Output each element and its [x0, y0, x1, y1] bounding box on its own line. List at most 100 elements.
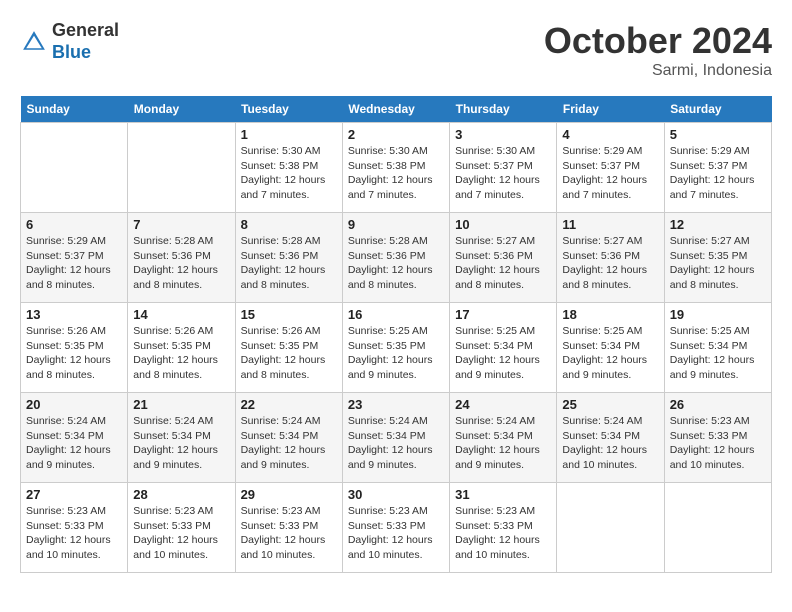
day-info: Sunrise: 5:24 AMSunset: 5:34 PMDaylight:…: [562, 414, 658, 473]
day-number: 24: [455, 397, 551, 412]
calendar-day-cell: [664, 483, 771, 573]
calendar-day-cell: 11Sunrise: 5:27 AMSunset: 5:36 PMDayligh…: [557, 213, 664, 303]
calendar-day-cell: 23 Sunrise: 5:24 AMSunset: 5:34 PMDayligh…: [342, 393, 449, 483]
calendar-day-cell: 27 Sunrise: 5:23 AMSunset: 5:33 PMDayligh…: [21, 483, 128, 573]
calendar-day-cell: 6Sunrise: 5:29 AMSunset: 5:37 PMDaylight…: [21, 213, 128, 303]
weekday-header: Monday: [128, 96, 235, 123]
day-info: Sunrise: 5:25 AMSunset: 5:34 PMDaylight:…: [670, 324, 766, 383]
day-info: Sunrise: 5:23 AMSunset: 5:33 PMDaylight:…: [241, 504, 337, 563]
calendar-day-cell: 26Sunrise: 5:23 AMSunset: 5:33 PMDayligh…: [664, 393, 771, 483]
day-info: Sunrise: 5:23 AMSunset: 5:33 PMDaylight:…: [455, 504, 551, 563]
day-number: 12: [670, 217, 766, 232]
calendar-day-cell: [128, 123, 235, 213]
day-info: Sunrise: 5:29 AMSunset: 5:37 PMDaylight:…: [670, 144, 766, 203]
calendar-day-cell: 22 Sunrise: 5:24 AMSunset: 5:34 PMDayligh…: [235, 393, 342, 483]
day-info: Sunrise: 5:30 AMSunset: 5:38 PMDaylight:…: [241, 144, 337, 203]
day-number: 31: [455, 487, 551, 502]
logo-blue-text: Blue: [52, 42, 91, 62]
day-info: Sunrise: 5:23 AMSunset: 5:33 PMDaylight:…: [348, 504, 444, 563]
day-info: Sunrise: 5:26 AMSunset: 5:35 PMDaylight:…: [133, 324, 229, 383]
logo: General Blue: [20, 20, 119, 63]
weekday-header: Saturday: [664, 96, 771, 123]
day-info: Sunrise: 5:28 AMSunset: 5:36 PMDaylight:…: [348, 234, 444, 293]
weekday-header: Sunday: [21, 96, 128, 123]
day-info: Sunrise: 5:23 AMSunset: 5:33 PMDaylight:…: [133, 504, 229, 563]
day-number: 8: [241, 217, 337, 232]
calendar-day-cell: [21, 123, 128, 213]
day-number: 4: [562, 127, 658, 142]
day-number: 11: [562, 217, 658, 232]
calendar-table: SundayMondayTuesdayWednesdayThursdayFrid…: [20, 96, 772, 573]
calendar-day-cell: 30 Sunrise: 5:23 AMSunset: 5:33 PMDayligh…: [342, 483, 449, 573]
day-info: Sunrise: 5:28 AMSunset: 5:36 PMDaylight:…: [133, 234, 229, 293]
day-info: Sunrise: 5:24 AMSunset: 5:34 PMDaylight:…: [455, 414, 551, 473]
calendar-week-row: 13 Sunrise: 5:26 AMSunset: 5:35 PMDayligh…: [21, 303, 772, 393]
day-info: Sunrise: 5:27 AMSunset: 5:35 PMDaylight:…: [670, 234, 766, 293]
weekday-header: Wednesday: [342, 96, 449, 123]
location-subtitle: Sarmi, Indonesia: [544, 62, 772, 80]
day-number: 25: [562, 397, 658, 412]
day-number: 23: [348, 397, 444, 412]
calendar-day-cell: 29 Sunrise: 5:23 AMSunset: 5:33 PMDayligh…: [235, 483, 342, 573]
weekday-header-row: SundayMondayTuesdayWednesdayThursdayFrid…: [21, 96, 772, 123]
day-info: Sunrise: 5:24 AMSunset: 5:34 PMDaylight:…: [241, 414, 337, 473]
calendar-week-row: 6Sunrise: 5:29 AMSunset: 5:37 PMDaylight…: [21, 213, 772, 303]
day-info: Sunrise: 5:24 AMSunset: 5:34 PMDaylight:…: [348, 414, 444, 473]
day-number: 7: [133, 217, 229, 232]
month-year-title: October 2024: [544, 20, 772, 62]
calendar-day-cell: 3 Sunrise: 5:30 AMSunset: 5:37 PMDaylight…: [450, 123, 557, 213]
page-header: General Blue October 2024 Sarmi, Indones…: [20, 20, 772, 80]
day-number: 18: [562, 307, 658, 322]
calendar-day-cell: 24 Sunrise: 5:24 AMSunset: 5:34 PMDayligh…: [450, 393, 557, 483]
day-info: Sunrise: 5:23 AMSunset: 5:33 PMDaylight:…: [26, 504, 122, 563]
calendar-day-cell: 25 Sunrise: 5:24 AMSunset: 5:34 PMDayligh…: [557, 393, 664, 483]
weekday-header: Thursday: [450, 96, 557, 123]
day-info: Sunrise: 5:24 AMSunset: 5:34 PMDaylight:…: [26, 414, 122, 473]
day-number: 15: [241, 307, 337, 322]
calendar-day-cell: 1Sunrise: 5:30 AMSunset: 5:38 PMDaylight…: [235, 123, 342, 213]
calendar-day-cell: 4Sunrise: 5:29 AMSunset: 5:37 PMDaylight…: [557, 123, 664, 213]
day-number: 2: [348, 127, 444, 142]
weekday-header: Friday: [557, 96, 664, 123]
day-info: Sunrise: 5:23 AMSunset: 5:33 PMDaylight:…: [670, 414, 766, 473]
calendar-day-cell: 21Sunrise: 5:24 AMSunset: 5:34 PMDayligh…: [128, 393, 235, 483]
calendar-day-cell: 7 Sunrise: 5:28 AMSunset: 5:36 PMDaylight…: [128, 213, 235, 303]
day-number: 16: [348, 307, 444, 322]
day-info: Sunrise: 5:26 AMSunset: 5:35 PMDaylight:…: [26, 324, 122, 383]
day-number: 29: [241, 487, 337, 502]
calendar-day-cell: 16 Sunrise: 5:25 AMSunset: 5:35 PMDayligh…: [342, 303, 449, 393]
day-info: Sunrise: 5:28 AMSunset: 5:36 PMDaylight:…: [241, 234, 337, 293]
day-info: Sunrise: 5:25 AMSunset: 5:34 PMDaylight:…: [455, 324, 551, 383]
day-number: 9: [348, 217, 444, 232]
logo-general-text: General: [52, 20, 119, 40]
calendar-day-cell: 31 Sunrise: 5:23 AMSunset: 5:33 PMDayligh…: [450, 483, 557, 573]
day-number: 13: [26, 307, 122, 322]
calendar-day-cell: 2Sunrise: 5:30 AMSunset: 5:38 PMDaylight…: [342, 123, 449, 213]
calendar-week-row: 1Sunrise: 5:30 AMSunset: 5:38 PMDaylight…: [21, 123, 772, 213]
day-number: 22: [241, 397, 337, 412]
day-number: 20: [26, 397, 122, 412]
calendar-day-cell: 18 Sunrise: 5:25 AMSunset: 5:34 PMDayligh…: [557, 303, 664, 393]
day-number: 14: [133, 307, 229, 322]
calendar-day-cell: 5Sunrise: 5:29 AMSunset: 5:37 PMDaylight…: [664, 123, 771, 213]
day-info: Sunrise: 5:29 AMSunset: 5:37 PMDaylight:…: [26, 234, 122, 293]
calendar-day-cell: 14 Sunrise: 5:26 AMSunset: 5:35 PMDayligh…: [128, 303, 235, 393]
calendar-day-cell: 28Sunrise: 5:23 AMSunset: 5:33 PMDayligh…: [128, 483, 235, 573]
title-block: October 2024 Sarmi, Indonesia: [544, 20, 772, 80]
day-number: 30: [348, 487, 444, 502]
day-number: 10: [455, 217, 551, 232]
day-info: Sunrise: 5:25 AMSunset: 5:34 PMDaylight:…: [562, 324, 658, 383]
calendar-day-cell: 12 Sunrise: 5:27 AMSunset: 5:35 PMDayligh…: [664, 213, 771, 303]
day-info: Sunrise: 5:26 AMSunset: 5:35 PMDaylight:…: [241, 324, 337, 383]
weekday-header: Tuesday: [235, 96, 342, 123]
day-number: 21: [133, 397, 229, 412]
day-info: Sunrise: 5:25 AMSunset: 5:35 PMDaylight:…: [348, 324, 444, 383]
calendar-day-cell: 13 Sunrise: 5:26 AMSunset: 5:35 PMDayligh…: [21, 303, 128, 393]
day-number: 27: [26, 487, 122, 502]
day-number: 19: [670, 307, 766, 322]
day-number: 17: [455, 307, 551, 322]
calendar-day-cell: 10Sunrise: 5:27 AMSunset: 5:36 PMDayligh…: [450, 213, 557, 303]
day-info: Sunrise: 5:30 AMSunset: 5:37 PMDaylight:…: [455, 144, 551, 203]
calendar-day-cell: 19 Sunrise: 5:25 AMSunset: 5:34 PMDayligh…: [664, 303, 771, 393]
day-number: 3: [455, 127, 551, 142]
